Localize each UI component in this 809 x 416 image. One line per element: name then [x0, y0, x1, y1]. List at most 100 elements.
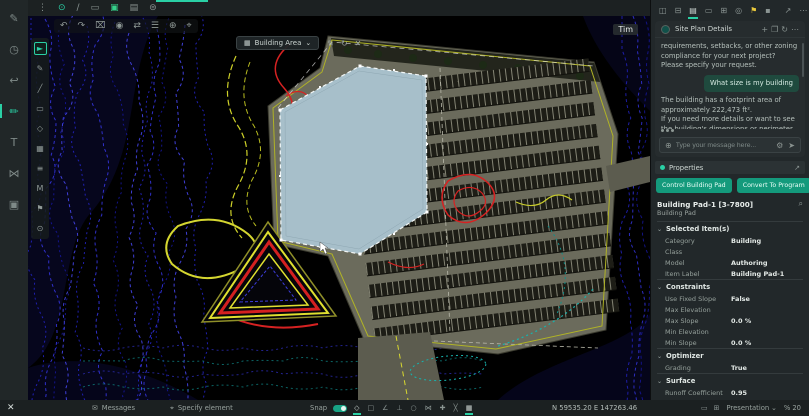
section-header[interactable]: ⌄Optimizer — [657, 348, 803, 362]
snap-perpendicular-icon[interactable]: ⊥ — [395, 403, 403, 413]
node-tool-icon[interactable]: ⋈ — [6, 165, 22, 181]
flag-icon[interactable]: ⚑ — [749, 4, 758, 17]
chat-message-input[interactable] — [676, 142, 772, 149]
snap-nearest-icon[interactable]: ╳ — [453, 403, 459, 413]
presentation-mode-button[interactable]: Presentation ⌄ — [726, 404, 776, 412]
snap-toggle[interactable] — [333, 405, 347, 412]
section-header[interactable]: ⌄Surface — [657, 373, 803, 387]
property-value[interactable]: 0.0 % — [731, 339, 751, 347]
property-value[interactable]: Authoring — [731, 259, 768, 267]
panel-columns-icon[interactable]: ◫ — [658, 4, 668, 17]
edit-tool-icon[interactable]: ✏ — [6, 103, 22, 119]
more-icon[interactable]: ⋯ — [791, 25, 799, 34]
selected-layer-chip[interactable]: ▦ Building Area ⌄ — [236, 36, 319, 50]
property-value[interactable]: True — [731, 364, 747, 372]
property-value[interactable]: 0.0 % — [731, 317, 751, 325]
map-canvas[interactable]: ↶ ↷ ⌧ ◉ ⇄ ☰ ⊕ ⌖ ► ✎ ╱ ▭ ◇ ▦ ≡ M ⚑ ⊙ ▦ Building Area ⌄ ✎ ↻… — [28, 16, 650, 400]
snap-grid-icon[interactable]: □ — [367, 403, 376, 413]
select-tool-icon[interactable]: ► — [34, 42, 47, 55]
convert-to-program-button[interactable]: Convert To Program — [737, 178, 809, 193]
messages-label: Messages — [102, 404, 135, 412]
text-tool-icon[interactable]: T — [6, 134, 22, 150]
snap-midpoint-icon[interactable]: ✚ — [439, 403, 447, 413]
chat-message-list[interactable]: requirements, setbacks, or other zoning … — [655, 38, 805, 129]
target-view-icon[interactable]: ◎ — [734, 4, 743, 17]
card-view-icon[interactable]: ▭ — [704, 4, 714, 17]
refresh-selection-icon[interactable]: ↻ — [341, 39, 348, 48]
measure-icon[interactable]: M — [34, 182, 47, 195]
history-icon[interactable]: ◷ — [6, 41, 22, 57]
drag-handle-icon[interactable]: ⋮ — [38, 4, 47, 13]
diamond-tool-icon[interactable]: ◇ — [34, 122, 47, 135]
snap-angle-icon[interactable]: ∠ — [381, 403, 389, 413]
new-chat-icon[interactable]: + — [761, 25, 768, 34]
properties-section-bar[interactable]: Properties ↗ — [655, 161, 805, 174]
chat-input-row: ⊕ ⚙ ➤ — [659, 137, 801, 153]
collapse-caret-icon: ⌄ — [657, 353, 662, 360]
flag-icon[interactable]: ⚑ — [34, 202, 47, 215]
edit-selection-icon[interactable]: ✎ — [327, 39, 334, 48]
table-view-icon[interactable]: ▤ — [688, 4, 698, 17]
remove-selection-icon[interactable]: ✕ — [355, 39, 362, 48]
grid-view-icon[interactable]: ⊞ — [719, 4, 728, 17]
list-icon[interactable]: ≡ — [34, 162, 47, 175]
hook-tool-icon[interactable]: ↩ — [6, 72, 22, 88]
messages-button[interactable]: ✉ Messages — [92, 400, 135, 416]
image-tool-icon[interactable]: ▣ — [6, 196, 22, 212]
layout-icon[interactable]: ▭ — [701, 404, 708, 412]
expand-panel-icon[interactable]: ↗ — [784, 4, 793, 17]
control-building-pad-button[interactable]: Control Building Pad — [656, 178, 732, 193]
property-value[interactable]: 0.95 — [731, 389, 747, 397]
site-plan-map[interactable] — [28, 16, 650, 400]
popout-icon[interactable]: ❐ — [771, 25, 778, 34]
delete-icon[interactable]: ⌧ — [95, 21, 105, 31]
property-row: Use Fixed SlopeFalse — [657, 293, 803, 304]
point-tool-icon[interactable]: ⊙ — [58, 4, 66, 13]
undo-icon[interactable]: ↶ — [60, 21, 68, 31]
property-value[interactable]: Building Pad-1 — [731, 270, 784, 278]
snap-vertex-icon[interactable]: ◇ — [353, 403, 360, 413]
send-icon[interactable]: ➤ — [788, 141, 795, 150]
polygon-tool-icon[interactable]: ▣ — [110, 4, 119, 13]
specify-element-hint: ⌖ Specify element — [170, 400, 233, 416]
snap-center-icon[interactable]: ○ — [410, 403, 418, 413]
chat-message-user: What size is my building — [704, 75, 799, 93]
close-icon[interactable]: ✕ — [7, 400, 15, 416]
section-header[interactable]: ⌄Constraints — [657, 279, 803, 293]
settings-icon[interactable]: ⚙ — [776, 141, 783, 150]
property-row: Runoff Coefficient0.95 — [657, 387, 803, 398]
panel-rows-icon[interactable]: ⊟ — [674, 4, 683, 17]
rect-tool-icon[interactable]: ▭ — [91, 4, 100, 13]
grid-toggle-icon[interactable]: ⊞ — [714, 404, 720, 412]
pen-tool-icon[interactable]: ✎ — [34, 62, 47, 75]
hatch-icon[interactable]: ▦ — [34, 142, 47, 155]
layers-icon[interactable]: ☰ — [151, 21, 159, 31]
line-draw-icon[interactable]: ╱ — [34, 82, 47, 95]
attach-icon[interactable]: ⊕ — [665, 141, 672, 150]
property-value[interactable]: Building — [731, 237, 761, 245]
search-icon[interactable]: ⌕ — [799, 199, 803, 209]
more-options-icon[interactable]: ⋯ — [798, 4, 808, 17]
dot-icon[interactable]: ▪ — [764, 4, 771, 17]
collapse-caret-icon: ⌄ — [657, 226, 662, 233]
rect-draw-icon[interactable]: ▭ — [34, 102, 47, 115]
property-value[interactable]: False — [731, 295, 750, 303]
refresh-icon[interactable]: ↻ — [781, 25, 788, 34]
target-icon[interactable]: ⌖ — [187, 21, 192, 31]
hatch-tool-icon[interactable]: ▤ — [130, 4, 139, 13]
chat-scrollbar[interactable] — [802, 43, 804, 77]
visibility-icon[interactable]: ◉ — [115, 21, 123, 31]
snap-point-icon[interactable]: ⊙ — [34, 222, 47, 235]
circle-tool-icon[interactable]: ⊜ — [149, 4, 157, 13]
line-tool-icon[interactable]: ∕ — [77, 4, 80, 13]
redo-icon[interactable]: ↷ — [78, 21, 86, 31]
add-icon[interactable]: ⊕ — [169, 21, 177, 31]
properties-bar-label: Properties — [669, 164, 703, 172]
expand-properties-icon[interactable]: ↗ — [794, 164, 800, 172]
snap-intersection-icon[interactable]: ⋈ — [424, 403, 433, 413]
scale-indicator[interactable]: % 20 — [784, 404, 801, 412]
draw-icon[interactable]: ✎ — [6, 10, 22, 26]
snap-surface-icon[interactable]: ▦ — [465, 403, 474, 413]
swap-icon[interactable]: ⇄ — [133, 21, 141, 31]
section-header[interactable]: ⌄Selected Item(s) — [657, 221, 803, 235]
